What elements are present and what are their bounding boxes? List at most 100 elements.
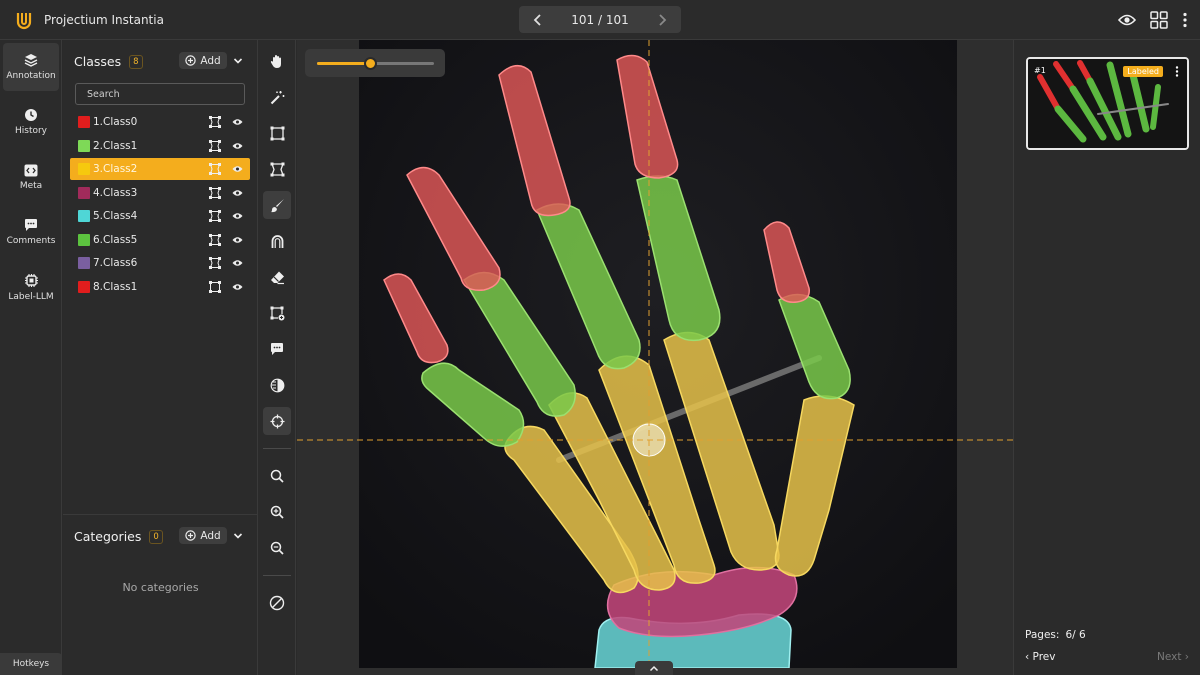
nav-history[interactable]: History bbox=[3, 98, 59, 146]
tool-eraser[interactable] bbox=[263, 263, 291, 291]
code-icon bbox=[24, 164, 38, 176]
chevron-left-icon[interactable] bbox=[533, 13, 543, 26]
tool-clear[interactable] bbox=[263, 589, 291, 617]
hotkeys-button[interactable]: Hotkeys bbox=[0, 653, 62, 675]
nav-meta[interactable]: Meta bbox=[3, 153, 59, 201]
next-page-button[interactable]: Next › bbox=[1157, 651, 1189, 663]
brush-size-slider[interactable] bbox=[305, 49, 445, 77]
image-thumbnail[interactable]: #1 Labeled bbox=[1026, 57, 1189, 150]
class-row[interactable]: 3.Class2 bbox=[70, 158, 250, 180]
polygon-icon bbox=[209, 163, 221, 175]
class-row[interactable]: 1.Class0 bbox=[70, 111, 250, 133]
tool-hand[interactable] bbox=[263, 47, 291, 75]
crosshair-overlay bbox=[297, 40, 1013, 675]
class-row-actions bbox=[209, 210, 243, 222]
class-row[interactable]: 5.Class4 bbox=[70, 205, 250, 227]
class-color-swatch bbox=[78, 116, 90, 128]
more-vertical-icon[interactable] bbox=[1175, 66, 1179, 77]
crosshair-icon bbox=[270, 414, 284, 428]
pages-label: Pages: bbox=[1025, 629, 1060, 641]
nav-label: Comments bbox=[6, 236, 56, 246]
class-row[interactable]: 6.Class5 bbox=[70, 229, 250, 251]
right-panel: #1 Labeled Pages: 6/ 6 ‹ Prev Next › bbox=[1013, 40, 1200, 675]
polygon-icon bbox=[209, 139, 221, 152]
class-color-swatch bbox=[78, 186, 90, 199]
eye-icon[interactable] bbox=[232, 118, 243, 126]
class-row[interactable]: 7.Class6 bbox=[70, 252, 250, 274]
eye-icon[interactable] bbox=[232, 283, 243, 291]
class-color-swatch bbox=[78, 280, 90, 293]
eye-icon[interactable] bbox=[1118, 13, 1136, 27]
add-category-button[interactable]: Add bbox=[179, 527, 227, 544]
keypoint-icon bbox=[270, 306, 284, 320]
class-row[interactable]: 4.Class3 bbox=[70, 182, 250, 204]
tool-polygon[interactable] bbox=[263, 155, 291, 183]
tool-comment[interactable] bbox=[263, 335, 291, 363]
tool-zoom-in[interactable] bbox=[263, 498, 291, 526]
eye-icon[interactable] bbox=[232, 189, 243, 197]
chevron-right-icon[interactable] bbox=[657, 13, 667, 26]
thumbnail-status-badge: Labeled bbox=[1123, 66, 1163, 77]
add-class-label: Add bbox=[200, 54, 221, 67]
no-entry-icon bbox=[269, 595, 285, 611]
more-vertical-icon[interactable] bbox=[1182, 12, 1188, 28]
nav-annotation[interactable]: Annotation bbox=[3, 43, 59, 91]
tool-crosshair[interactable] bbox=[263, 407, 291, 435]
prev-page-button[interactable]: ‹ Prev bbox=[1025, 651, 1055, 663]
collapse-panel-button[interactable] bbox=[635, 661, 673, 675]
bbox-icon bbox=[209, 280, 221, 293]
nav-comments[interactable]: Comments bbox=[3, 208, 59, 256]
tool-keypoint[interactable] bbox=[263, 299, 291, 327]
panel-divider bbox=[63, 514, 258, 515]
tool-magic-wand[interactable] bbox=[263, 83, 291, 111]
slider-handle[interactable] bbox=[363, 57, 377, 70]
tool-contrast[interactable] bbox=[263, 371, 291, 399]
classes-title: Classes bbox=[74, 54, 122, 69]
polygon-icon bbox=[209, 210, 221, 222]
rectangle-icon bbox=[270, 126, 284, 140]
nav-label-llm[interactable]: Label-LLM bbox=[3, 263, 59, 311]
add-category-label: Add bbox=[200, 529, 221, 542]
add-class-button[interactable]: Add bbox=[179, 52, 227, 69]
eye-icon[interactable] bbox=[232, 259, 243, 267]
class-search-input[interactable] bbox=[75, 83, 245, 105]
class-color-swatch bbox=[78, 257, 90, 269]
annotation-canvas[interactable] bbox=[297, 40, 1013, 675]
eraser-icon bbox=[270, 271, 284, 284]
tool-zoom-out[interactable] bbox=[263, 534, 291, 562]
plus-circle-icon bbox=[185, 530, 197, 541]
tool-search[interactable] bbox=[263, 462, 291, 490]
class-row[interactable]: 2.Class1 bbox=[70, 135, 250, 157]
eye-icon[interactable] bbox=[232, 142, 243, 150]
chip-icon bbox=[24, 273, 38, 287]
class-row[interactable]: 8.Class1 bbox=[70, 276, 250, 298]
categories-header: Categories 0 bbox=[74, 529, 163, 544]
class-label: 3.Class2 bbox=[93, 163, 138, 175]
tool-strip bbox=[258, 40, 296, 675]
tool-magnet[interactable] bbox=[263, 227, 291, 255]
slider-track[interactable] bbox=[317, 57, 434, 70]
eye-icon[interactable] bbox=[232, 212, 243, 220]
tool-brush[interactable] bbox=[263, 191, 291, 219]
pages-value: 6/ 6 bbox=[1065, 629, 1086, 641]
polygon-icon bbox=[209, 233, 221, 246]
class-label: 1.Class0 bbox=[93, 116, 138, 128]
logo-icon bbox=[16, 13, 32, 30]
magnet-icon bbox=[271, 234, 283, 248]
class-row-actions bbox=[209, 233, 243, 246]
grid-icon[interactable] bbox=[1150, 11, 1168, 29]
class-color-swatch bbox=[78, 233, 90, 246]
eye-icon[interactable] bbox=[232, 236, 243, 244]
app-root: Projectium Instantia 101 / 101 Annotatio… bbox=[0, 0, 1200, 675]
class-row-actions bbox=[209, 163, 243, 175]
tool-rectangle[interactable] bbox=[263, 119, 291, 147]
chevron-down-icon[interactable] bbox=[233, 57, 243, 65]
nav-label: Annotation bbox=[6, 71, 56, 81]
polygon-icon bbox=[270, 162, 284, 176]
chevron-down-icon[interactable] bbox=[233, 532, 243, 540]
zoom-in-icon bbox=[270, 505, 284, 519]
class-color-swatch bbox=[78, 139, 90, 152]
slider-fill bbox=[317, 62, 370, 65]
thumbnail-image bbox=[1028, 59, 1187, 148]
eye-icon[interactable] bbox=[232, 165, 243, 173]
